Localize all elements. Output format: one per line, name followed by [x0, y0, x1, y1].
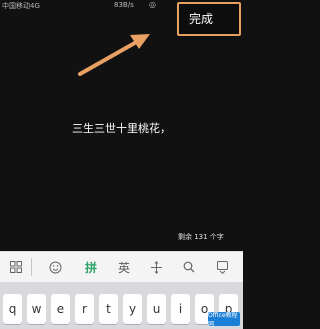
key-u[interactable]: u [147, 294, 166, 324]
cursor-move-icon[interactable] [146, 256, 166, 278]
wubi-mode-button[interactable]: 英 [113, 256, 135, 278]
pinyin-mode-button[interactable]: 拼 [80, 256, 102, 278]
edit-text-content[interactable]: 三生三世十里桃花， [0, 120, 243, 136]
watermark-label: Office教程网 [208, 312, 238, 328]
key-y[interactable]: y [123, 294, 142, 324]
keyboard: q w e r t y u i o p [0, 282, 243, 329]
key-e[interactable]: e [51, 294, 70, 324]
remaining-characters: 剩余 131 个字 [178, 233, 224, 241]
key-t[interactable]: t [99, 294, 118, 324]
pinyin-mode-label: 拼 [84, 260, 97, 275]
key-q[interactable]: q [3, 294, 22, 324]
key-r[interactable]: r [75, 294, 94, 324]
key-i[interactable]: i [171, 294, 190, 324]
toolbar-divider [31, 258, 32, 276]
grid-menu-icon[interactable] [6, 256, 26, 278]
wubi-mode-label: 英 [117, 260, 130, 275]
watermark-logo: Office教程网 [208, 312, 240, 328]
key-w[interactable]: w [27, 294, 46, 324]
emoji-icon[interactable] [45, 256, 65, 278]
keyboard-toolbar: 拼 英 [0, 251, 243, 283]
search-icon[interactable] [179, 256, 199, 278]
collapse-keyboard-icon[interactable] [211, 256, 233, 278]
